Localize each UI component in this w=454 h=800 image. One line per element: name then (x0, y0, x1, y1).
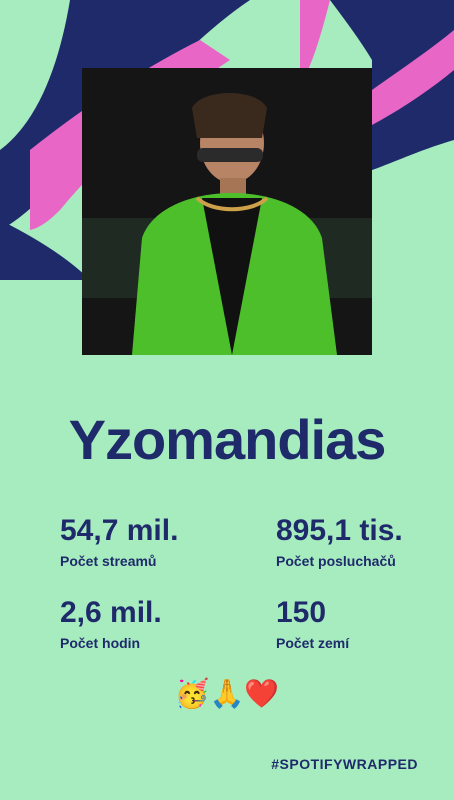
stat-countries: 150 Počet zemí (276, 596, 349, 652)
hashtag[interactable]: #SPOTIFYWRAPPED (271, 756, 418, 772)
stat-label: Počet zemí (276, 635, 350, 651)
stat-label: Počet hodin (60, 635, 141, 651)
stat-streams: 54,7 mil. Počet streamů (60, 514, 178, 570)
stat-value: 54,7 mil. (60, 514, 179, 547)
stat-label: Počet posluchačů (276, 553, 396, 569)
stat-hours: 2,6 mil. Počet hodin (60, 596, 162, 652)
stat-value: 2,6 mil. (60, 596, 162, 629)
stat-value: 895,1 tis. (276, 514, 403, 547)
stat-value: 150 (276, 596, 327, 629)
artist-photo (82, 68, 372, 355)
emoji-row: 🥳🙏❤️ (174, 677, 280, 710)
artist-name: Yzomandias (68, 408, 387, 471)
stat-label: Počet streamů (60, 553, 157, 569)
stat-listeners: 895,1 tis. Počet posluchačů (276, 514, 403, 570)
